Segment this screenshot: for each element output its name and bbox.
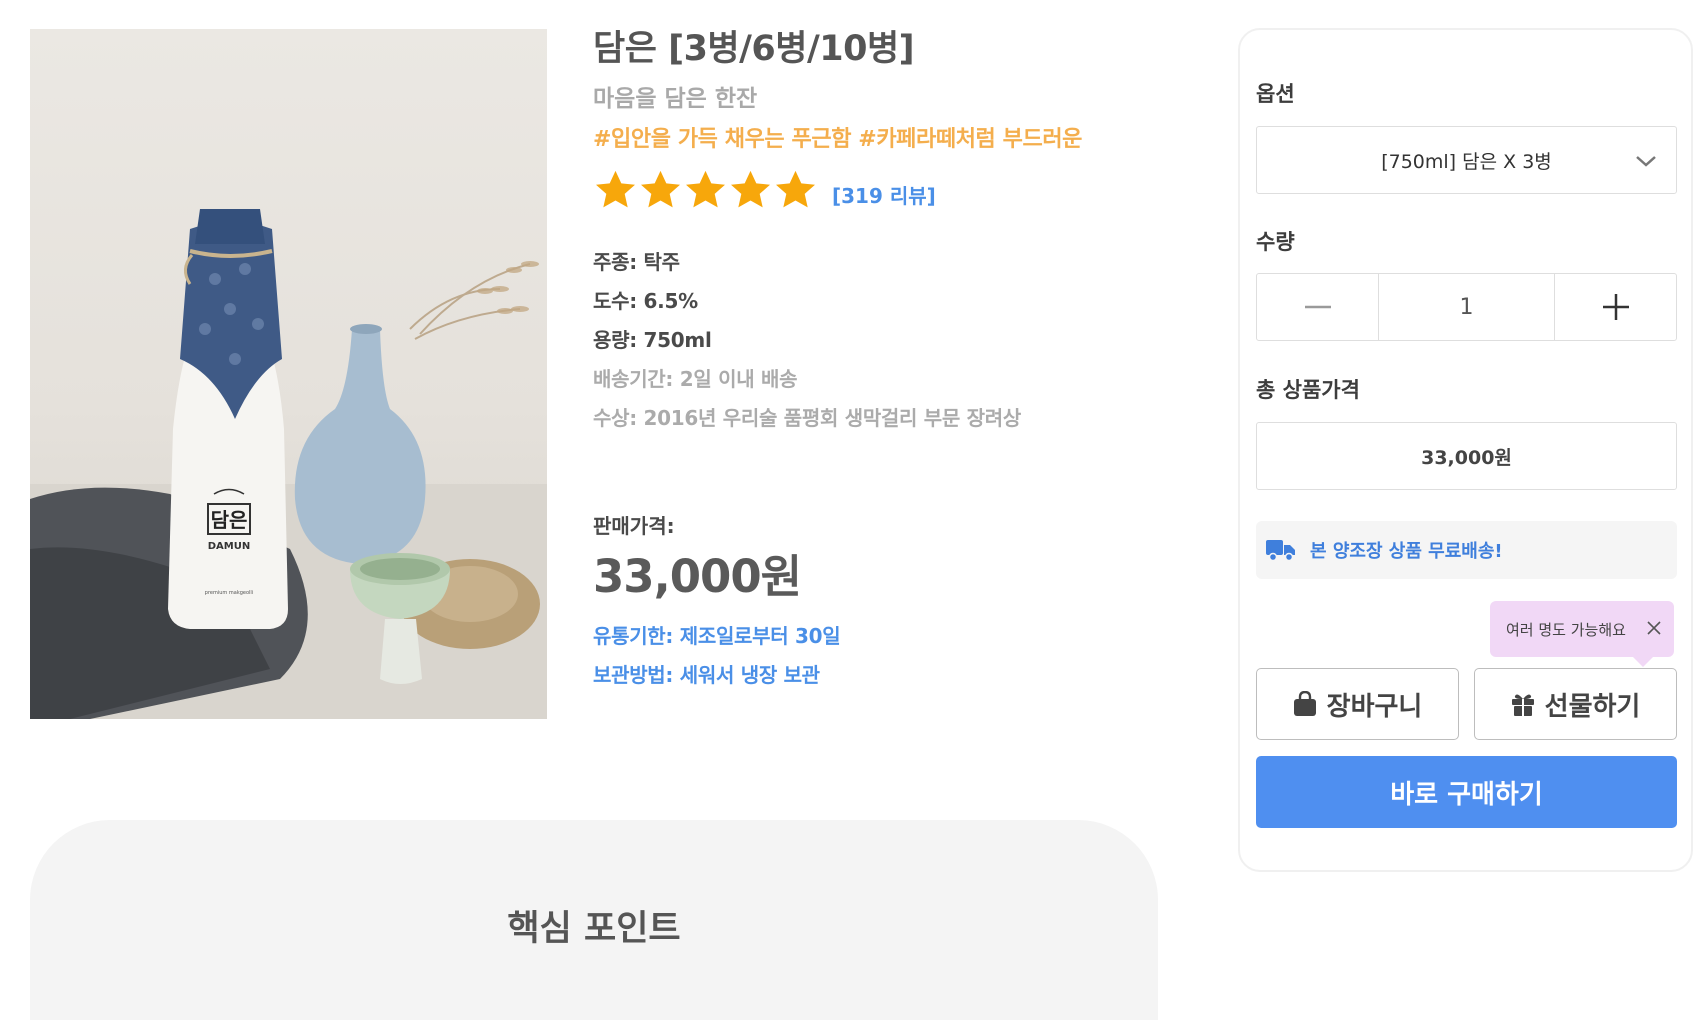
quantity-label: 수량 bbox=[1256, 230, 1295, 254]
expiry-info: 유통기한: 제조일로부터 30일 bbox=[593, 624, 841, 648]
option-select[interactable]: [750ml] 담은 X 3병 bbox=[1256, 126, 1677, 194]
option-label: 옵션 bbox=[1256, 82, 1295, 106]
spec-list: 주종: 탁주 도수: 6.5% 용량: 750ml 배송기간: 2일 이내 배송… bbox=[593, 243, 1153, 438]
gift-button-label: 선물하기 bbox=[1544, 691, 1641, 722]
quantity-decrease-button[interactable] bbox=[1257, 274, 1378, 340]
chevron-down-icon bbox=[1636, 156, 1656, 167]
key-points-title: 핵심 포인트 bbox=[507, 909, 681, 949]
price-label: 판매가격: bbox=[593, 514, 675, 538]
rating-stars bbox=[593, 168, 818, 213]
product-image: 담은 DAMUN premium makgeolli bbox=[30, 29, 547, 719]
bottle-label-small: premium makgeolli bbox=[205, 590, 253, 596]
product-hashtags: #입안을 가득 채우는 푸근함 #카페라떼처럼 부드러운 bbox=[593, 127, 1083, 152]
product-info: 담은 [3병/6병/10병] 마음을 담은 한잔 #입안을 가득 채우는 푸근함… bbox=[593, 26, 1153, 695]
close-icon[interactable] bbox=[1646, 620, 1662, 636]
quantity-stepper: 1 bbox=[1256, 273, 1677, 341]
product-title: 담은 [3병/6병/10병] bbox=[593, 29, 915, 69]
price: 33,000원 bbox=[593, 550, 802, 603]
review-count-link[interactable]: [319 리뷰] bbox=[832, 180, 936, 209]
gift-button[interactable]: 선물하기 bbox=[1474, 668, 1677, 740]
total-label: 총 상품가격 bbox=[1256, 378, 1360, 402]
spec-type: 주종: 탁주 bbox=[593, 250, 680, 274]
plus-icon bbox=[1602, 294, 1629, 320]
free-shipping-notice: 본 양조장 상품 무료배송! bbox=[1256, 521, 1677, 579]
cart-button[interactable]: 장바구니 bbox=[1256, 668, 1459, 740]
cart-button-label: 장바구니 bbox=[1326, 691, 1423, 722]
quantity-increase-button[interactable] bbox=[1555, 274, 1676, 340]
quantity-input[interactable]: 1 bbox=[1378, 274, 1555, 340]
spec-volume: 용량: 750ml bbox=[593, 328, 712, 352]
star-icon bbox=[641, 170, 680, 207]
product-photo: 담은 DAMUN premium makgeolli bbox=[30, 209, 547, 719]
buy-now-button[interactable]: 바로 구매하기 bbox=[1256, 756, 1677, 828]
free-shipping-text: 본 양조장 상품 무료배송! bbox=[1310, 541, 1503, 562]
option-select-value: [750ml] 담은 X 3병 bbox=[1381, 150, 1552, 173]
storage-info: 보관방법: 세워서 냉장 보관 bbox=[593, 663, 820, 687]
minus-icon bbox=[1304, 305, 1331, 309]
spec-delivery: 배송기간: 2일 이내 배송 bbox=[593, 367, 798, 391]
rating: [319 리뷰] bbox=[593, 165, 1153, 215]
shopping-bag-icon bbox=[1293, 691, 1316, 716]
spec-award: 수상: 2016년 우리술 품평회 생막걸리 부문 장려상 bbox=[593, 406, 1021, 430]
bottle-label-ko: 담은 bbox=[211, 508, 248, 532]
bottle-label-en: DAMUN bbox=[208, 541, 250, 552]
truck-icon bbox=[1266, 540, 1295, 562]
total-price: 33,000원 bbox=[1256, 422, 1677, 490]
star-icon bbox=[731, 170, 770, 207]
star-icon bbox=[776, 170, 815, 207]
star-icon bbox=[596, 170, 635, 207]
star-icon bbox=[686, 170, 725, 207]
order-panel: 옵션 [750ml] 담은 X 3병 수량 1 총 상품가격 33,000원 본… bbox=[1238, 28, 1693, 872]
gift-icon bbox=[1511, 694, 1534, 716]
gift-tooltip: 여러 명도 가능해요 bbox=[1490, 601, 1674, 667]
key-points-panel: 핵심 포인트 bbox=[30, 820, 1158, 1020]
product-subtitle: 마음을 담은 한잔 bbox=[593, 86, 758, 112]
gift-tooltip-text: 여러 명도 가능해요 bbox=[1506, 620, 1626, 639]
spec-abv: 도수: 6.5% bbox=[593, 289, 698, 313]
